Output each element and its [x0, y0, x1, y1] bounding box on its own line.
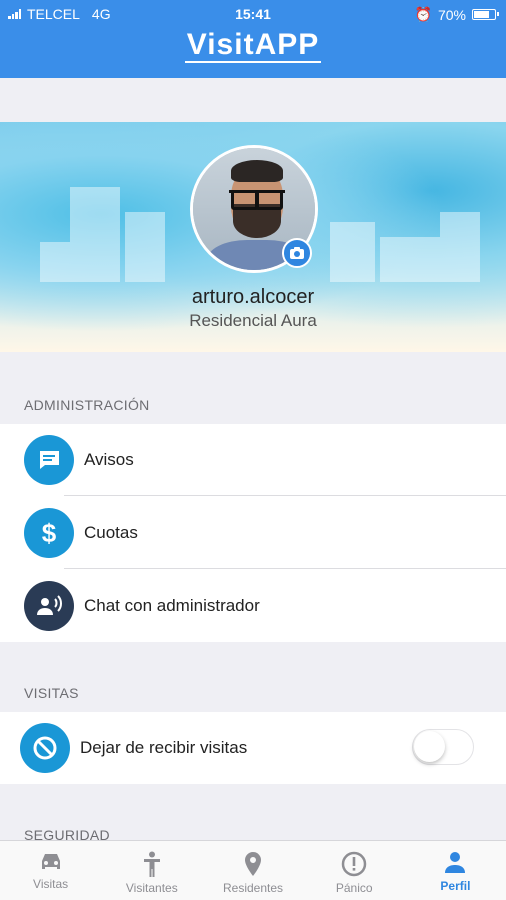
message-icon — [24, 435, 74, 485]
tab-label: Visitas — [33, 877, 69, 891]
menu-item-label: Dejar de recibir visitas — [80, 738, 248, 757]
city-building — [330, 222, 375, 282]
tab-label: Residentes — [222, 881, 284, 895]
battery-icon — [472, 9, 499, 20]
menu-item-label: Cuotas — [84, 523, 138, 542]
dollar-icon: $ — [24, 508, 74, 558]
profile-username: arturo.alcocer — [191, 286, 315, 308]
menu-item-avisos[interactable]: Avisos — [0, 424, 506, 496]
person-walk-icon — [143, 851, 160, 877]
admin-panel: Avisos $ Cuotas Chat con administrador — [0, 424, 506, 642]
section-title-visits: VISITAS — [24, 685, 79, 701]
alert-icon — [341, 851, 367, 877]
tab-label: Perfil — [440, 879, 471, 893]
battery-info: ⏰ 70% — [414, 6, 499, 23]
block-icon — [20, 723, 70, 773]
menu-item-block-visits: Dejar de recibir visitas — [0, 712, 506, 784]
battery-percent: 70% — [437, 6, 466, 23]
app-brand: VisitAPP — [184, 28, 322, 63]
profile-icon — [445, 852, 466, 873]
menu-item-chat-admin[interactable]: Chat con administrador — [0, 570, 506, 642]
city-building — [380, 237, 440, 282]
app-logo: VisitAPP — [0, 28, 506, 63]
divider — [64, 568, 506, 569]
tab-visitas[interactable]: Visitas — [0, 841, 101, 900]
visits-panel: Dejar de recibir visitas — [0, 712, 506, 784]
divider — [64, 495, 506, 496]
top-bar: TELCEL 4G 15:41 ⏰ 70% VisitAPP — [0, 0, 506, 78]
tab-residentes[interactable]: Residentes — [202, 841, 303, 900]
tab-label: Pánico — [335, 881, 373, 895]
city-building — [70, 187, 120, 282]
status-bar: TELCEL 4G 15:41 ⏰ 70% — [0, 0, 506, 28]
location-pin-icon — [245, 852, 261, 876]
tab-panico[interactable]: Pánico — [304, 841, 405, 900]
menu-item-label: Avisos — [84, 450, 134, 469]
tab-bar: Visitas Visitantes Residentes Pánico Per… — [0, 840, 506, 900]
city-building — [440, 212, 480, 282]
camera-icon[interactable] — [282, 238, 312, 268]
profile-community: Residencial Aura — [189, 311, 317, 330]
tab-visitantes[interactable]: Visitantes — [101, 841, 202, 900]
city-building — [40, 242, 70, 282]
block-visits-toggle[interactable] — [412, 729, 474, 765]
tab-label: Visitantes — [125, 881, 178, 895]
city-building — [125, 212, 165, 282]
section-title-admin: ADMINISTRACIÓN — [24, 397, 150, 413]
tab-perfil[interactable]: Perfil — [405, 841, 506, 900]
menu-item-label: Chat con administrador — [84, 596, 260, 615]
car-icon — [41, 854, 60, 869]
alarm-icon: ⏰ — [414, 6, 432, 22]
admin-chat-icon — [24, 581, 74, 631]
menu-item-cuotas[interactable]: $ Cuotas — [0, 497, 506, 569]
